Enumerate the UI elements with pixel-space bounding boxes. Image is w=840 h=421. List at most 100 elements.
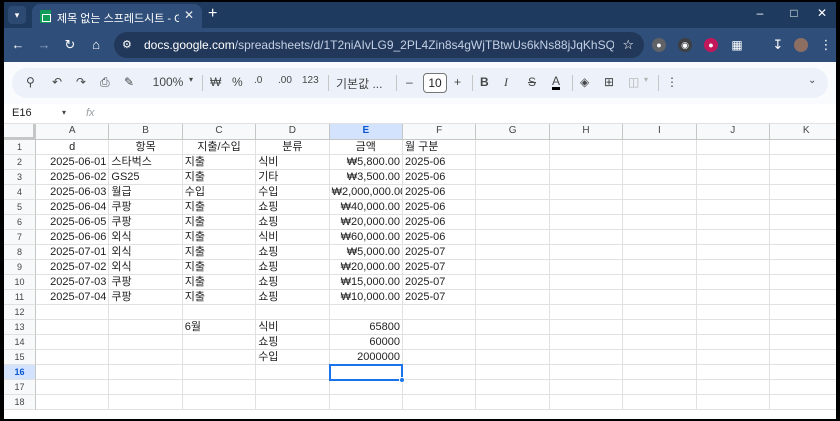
cell-j6[interactable] [696, 215, 770, 230]
cell-k2[interactable] [770, 155, 836, 170]
cell-e18[interactable] [329, 395, 403, 410]
cell-e7[interactable]: ₩60,000.00 [329, 230, 403, 245]
cell-k13[interactable] [770, 320, 836, 335]
close-window-button[interactable]: ✕ [812, 6, 832, 20]
cell-h18[interactable] [549, 395, 624, 410]
cell-d14[interactable]: 쇼핑 [256, 335, 330, 350]
collapse-toolbar-icon[interactable]: ⌄ [808, 75, 816, 86]
cell-i11[interactable] [623, 290, 697, 305]
percent-format-button[interactable]: % [232, 75, 243, 89]
back-button[interactable]: ← [10, 37, 26, 52]
cell-i12[interactable] [623, 305, 697, 320]
font-size-input[interactable]: 10 [423, 73, 447, 93]
redo-icon[interactable]: ↷ [76, 75, 86, 89]
column-header-d[interactable]: D [256, 124, 330, 140]
cell-h10[interactable] [549, 275, 624, 290]
cell-b11[interactable]: 쿠팡 [109, 290, 183, 305]
cell-a14[interactable] [36, 335, 110, 350]
cell-a8[interactable]: 2025-07-01 [36, 245, 110, 260]
cell-i15[interactable] [623, 350, 697, 365]
cell-h11[interactable] [549, 290, 624, 305]
cell-e16[interactable] [329, 365, 403, 380]
cell-e17[interactable] [329, 380, 403, 395]
cell-a6[interactable]: 2025-06-05 [36, 215, 110, 230]
undo-icon[interactable]: ↶ [52, 75, 62, 89]
cell-h6[interactable] [549, 215, 624, 230]
cell-c11[interactable]: 지출 [182, 290, 257, 305]
row-header-12[interactable]: 12 [4, 305, 36, 320]
row-header-13[interactable]: 13 [4, 320, 36, 335]
cell-f10[interactable]: 2025-07 [403, 275, 477, 290]
cell-k9[interactable] [770, 260, 836, 275]
cell-d1[interactable]: 분류 [256, 140, 330, 155]
cell-b3[interactable]: GS25 [109, 170, 183, 185]
cell-g16[interactable] [476, 365, 550, 380]
cell-a17[interactable] [36, 380, 110, 395]
cell-g13[interactable] [476, 320, 550, 335]
cell-i8[interactable] [623, 245, 697, 260]
cell-b17[interactable] [109, 380, 183, 395]
cell-g14[interactable] [476, 335, 550, 350]
cell-j4[interactable] [696, 185, 770, 200]
cell-b5[interactable]: 쿠팡 [109, 200, 183, 215]
cell-b2[interactable]: 스타벅스 [109, 155, 183, 170]
forward-button[interactable]: → [36, 37, 52, 52]
cell-c16[interactable] [182, 365, 257, 380]
row-header-16[interactable]: 16 [4, 365, 36, 380]
cell-b1[interactable]: 항목 [109, 140, 183, 155]
reload-button[interactable]: ↻ [62, 37, 78, 53]
cell-i1[interactable] [623, 140, 697, 155]
tab-search-button[interactable]: ▾ [8, 6, 26, 24]
cell-e4[interactable]: ₩2,000,000.00 [329, 185, 403, 200]
cell-j16[interactable] [696, 365, 770, 380]
row-header-3[interactable]: 3 [4, 170, 36, 185]
cell-j14[interactable] [696, 335, 770, 350]
cell-k7[interactable] [770, 230, 836, 245]
cell-e8[interactable]: ₩5,000.00 [329, 245, 403, 260]
cell-c18[interactable] [182, 395, 257, 410]
cell-g8[interactable] [476, 245, 550, 260]
cell-h16[interactable] [549, 365, 624, 380]
cell-d17[interactable] [256, 380, 330, 395]
row-header-10[interactable]: 10 [4, 275, 36, 290]
cell-k11[interactable] [770, 290, 836, 305]
cell-j2[interactable] [696, 155, 770, 170]
cell-c10[interactable]: 지출 [182, 275, 257, 290]
cell-a3[interactable]: 2025-06-02 [36, 170, 110, 185]
cell-a18[interactable] [36, 395, 110, 410]
cell-g5[interactable] [476, 200, 550, 215]
row-header-15[interactable]: 15 [4, 350, 36, 365]
cell-f18[interactable] [403, 395, 477, 410]
cell-d13[interactable]: 식비 [256, 320, 330, 335]
cell-i17[interactable] [623, 380, 697, 395]
row-header-17[interactable]: 17 [4, 380, 36, 395]
zoom-dropdown-icon[interactable]: ▾ [189, 75, 193, 84]
cell-i5[interactable] [623, 200, 697, 215]
cell-h4[interactable] [549, 185, 624, 200]
new-tab-button[interactable]: + [208, 5, 217, 23]
cell-a7[interactable]: 2025-06-06 [36, 230, 110, 245]
cell-i7[interactable] [623, 230, 697, 245]
cell-b13[interactable] [109, 320, 183, 335]
cell-f4[interactable]: 2025-06 [403, 185, 477, 200]
cell-j17[interactable] [696, 380, 770, 395]
cell-a11[interactable]: 2025-07-04 [36, 290, 110, 305]
cell-f8[interactable]: 2025-07 [403, 245, 477, 260]
merge-dropdown-icon[interactable]: ▾ [644, 75, 648, 84]
cell-b6[interactable]: 쿠팡 [109, 215, 183, 230]
cell-i4[interactable] [623, 185, 697, 200]
cell-d8[interactable]: 쇼핑 [256, 245, 330, 260]
fill-handle[interactable] [399, 377, 405, 383]
site-info-icon[interactable]: ⚙ [122, 38, 132, 51]
cell-e5[interactable]: ₩40,000.00 [329, 200, 403, 215]
cell-b18[interactable] [109, 395, 183, 410]
cell-j9[interactable] [696, 260, 770, 275]
cell-c13[interactable]: 6월 [182, 320, 257, 335]
print-icon[interactable]: ⎙ [100, 75, 110, 90]
decrease-font-size-button[interactable]: – [406, 75, 413, 89]
cell-b10[interactable]: 쿠팡 [109, 275, 183, 290]
cell-j8[interactable] [696, 245, 770, 260]
cell-g7[interactable] [476, 230, 550, 245]
cell-e1[interactable]: 금액 [329, 140, 403, 155]
row-header-14[interactable]: 14 [4, 335, 36, 350]
